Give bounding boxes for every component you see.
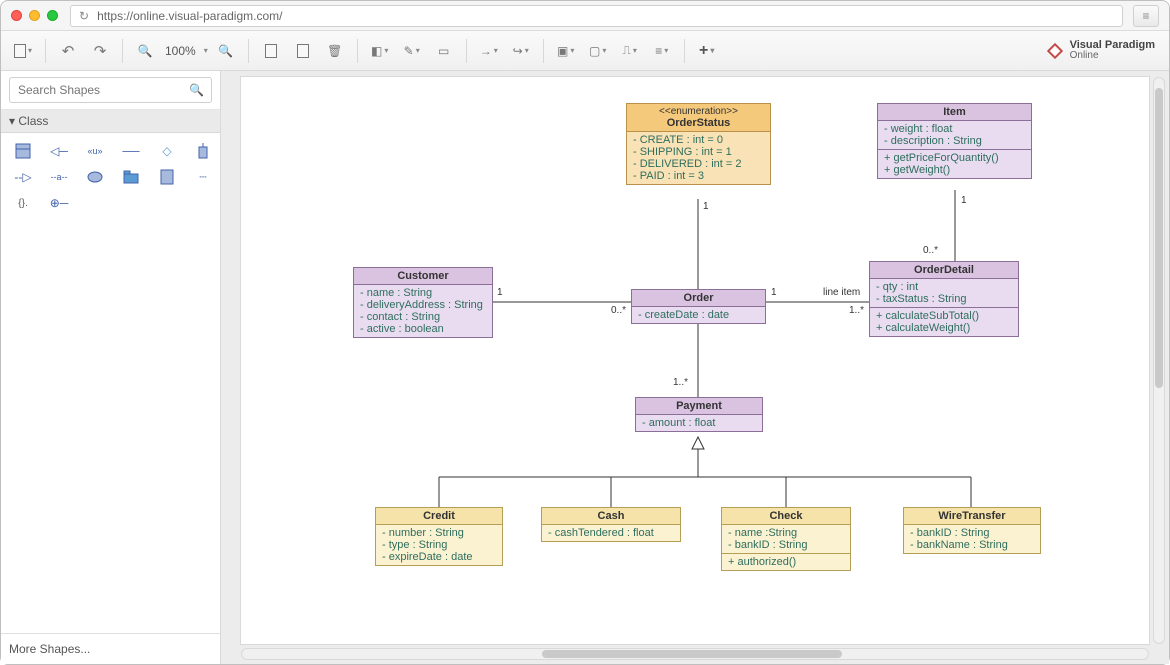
brand-text: Visual ParadigmOnline: [1070, 40, 1155, 61]
save-button[interactable]: ▾: [9, 38, 37, 64]
class-wiretransfer[interactable]: WireTransfer - bankID : String- bankName…: [903, 507, 1041, 554]
class-customer[interactable]: Customer - name : String - deliveryAddre…: [353, 267, 493, 338]
interface-shape-icon[interactable]: [189, 141, 217, 161]
url-bar[interactable]: ↻ https://online.visual-paradigm.com/: [70, 5, 1123, 27]
search-shapes-input[interactable]: [9, 77, 212, 103]
multiplicity-label: 1..*: [673, 377, 688, 388]
browser-menu-button[interactable]: ≡: [1133, 5, 1159, 27]
aggregation-shape-icon[interactable]: ◇: [153, 141, 181, 161]
multiplicity-label: 0..*: [611, 305, 626, 316]
line-color-button[interactable]: ✎▾: [398, 38, 426, 64]
url-text: https://online.visual-paradigm.com/: [97, 9, 282, 23]
search-icon: 🔍: [189, 83, 204, 97]
constraint-shape-icon[interactable]: {}.: [9, 193, 37, 213]
label-shape-icon[interactable]: --a--: [45, 167, 73, 187]
note-shape-icon[interactable]: [81, 167, 109, 187]
paste-icon: [297, 44, 309, 58]
canvas-area: 1 0..* 1 1 line item 1..* 1 0..* 1..* <<…: [221, 71, 1169, 664]
multiplicity-label: 1: [771, 287, 777, 298]
distribute-button[interactable]: ≡▾: [648, 38, 676, 64]
dash-shape-icon[interactable]: ┈: [189, 167, 217, 187]
multiplicity-label: 0..*: [923, 245, 938, 256]
class-orderdetail[interactable]: OrderDetail - qty : int- taxStatus : Str…: [869, 261, 1019, 337]
connector-style-button[interactable]: ↪▾: [507, 38, 535, 64]
document-shape-icon[interactable]: [153, 167, 181, 187]
to-back-button[interactable]: ▢▾: [584, 38, 612, 64]
usage-shape-icon[interactable]: «u»: [81, 141, 109, 161]
multiplicity-label: 1: [961, 195, 967, 206]
multiplicity-label: 1..*: [849, 305, 864, 316]
association-shape-icon[interactable]: ──: [117, 141, 145, 161]
diagram-canvas[interactable]: 1 0..* 1 1 line item 1..* 1 0..* 1..* <<…: [241, 77, 1149, 644]
class-shape-icon[interactable]: [9, 141, 37, 161]
generalization-shape-icon[interactable]: ◁─: [45, 141, 73, 161]
shapes-sidebar: 🔍 ▾ Class ◁─ «u» ── ◇ --▷ --a-- ┈ {}. ⊕─…: [1, 71, 221, 664]
window-controls: [11, 10, 58, 21]
association-label: line item: [823, 287, 860, 298]
shadow-button[interactable]: ▭: [430, 38, 458, 64]
zoom-in-button[interactable]: 🔍: [212, 38, 240, 64]
multiplicity-label: 1: [497, 287, 503, 298]
shape-category-header[interactable]: ▾ Class: [1, 110, 220, 133]
copy-button[interactable]: [257, 38, 285, 64]
zoom-level: 100%: [163, 44, 198, 58]
to-front-button[interactable]: ▣▾: [552, 38, 580, 64]
main-toolbar: ▾ ↶ ↷ 🔍 100%▾ 🔍 🗑 ◧▾ ✎▾ ▭ →▾ ↪▾ ▣▾ ▢▾ ⎍▾…: [1, 31, 1169, 71]
delete-button[interactable]: 🗑: [321, 38, 349, 64]
paste-button[interactable]: [289, 38, 317, 64]
browser-titlebar: ↻ https://online.visual-paradigm.com/ ≡: [1, 1, 1169, 31]
undo-button[interactable]: ↶: [54, 38, 82, 64]
maximize-window-icon[interactable]: [47, 10, 58, 21]
brand: Visual ParadigmOnline: [1046, 40, 1161, 61]
workspace: 🔍 ▾ Class ◁─ «u» ── ◇ --▷ --a-- ┈ {}. ⊕─…: [1, 71, 1169, 664]
brand-logo-icon: [1046, 42, 1064, 60]
align-button[interactable]: ⎍▾: [616, 38, 644, 64]
save-icon: [14, 44, 26, 58]
horizontal-scrollbar[interactable]: [241, 648, 1149, 660]
reload-icon[interactable]: ↻: [79, 9, 89, 23]
connector-end-button[interactable]: →▾: [475, 38, 503, 64]
zoom-out-button[interactable]: 🔍: [131, 38, 159, 64]
class-item[interactable]: Item - weight : float- description : Str…: [877, 103, 1032, 179]
multiplicity-label: 1: [703, 201, 709, 212]
package-shape-icon[interactable]: [117, 167, 145, 187]
class-cash[interactable]: Cash - cashTendered : float: [541, 507, 681, 542]
add-button[interactable]: +▾: [693, 38, 721, 64]
class-orderstatus[interactable]: <<enumeration>>OrderStatus - CREATE : in…: [626, 103, 771, 185]
more-shapes-link[interactable]: More Shapes...: [1, 633, 220, 664]
class-payment[interactable]: Payment - amount : float: [635, 397, 763, 432]
copy-icon: [265, 44, 277, 58]
redo-button[interactable]: ↷: [86, 38, 114, 64]
vertical-scrollbar[interactable]: [1153, 77, 1165, 644]
close-window-icon[interactable]: [11, 10, 22, 21]
attributes: - CREATE : int = 0 - SHIPPING : int = 1 …: [627, 132, 770, 184]
anchor-shape-icon[interactable]: ⊕─: [45, 193, 73, 213]
dependency-shape-icon[interactable]: --▷: [9, 167, 37, 187]
shape-palette: ◁─ «u» ── ◇ --▷ --a-- ┈ {}. ⊕─: [1, 133, 220, 221]
class-credit[interactable]: Credit - number : String - type : String…: [375, 507, 503, 566]
class-check[interactable]: Check - name :String- bankID : String + …: [721, 507, 851, 571]
minimize-window-icon[interactable]: [29, 10, 40, 21]
hamburger-icon: ≡: [1142, 9, 1149, 23]
class-order[interactable]: Order - createDate : date: [631, 289, 766, 324]
fill-color-button[interactable]: ◧▾: [366, 38, 394, 64]
app-window: ↻ https://online.visual-paradigm.com/ ≡ …: [0, 0, 1170, 665]
